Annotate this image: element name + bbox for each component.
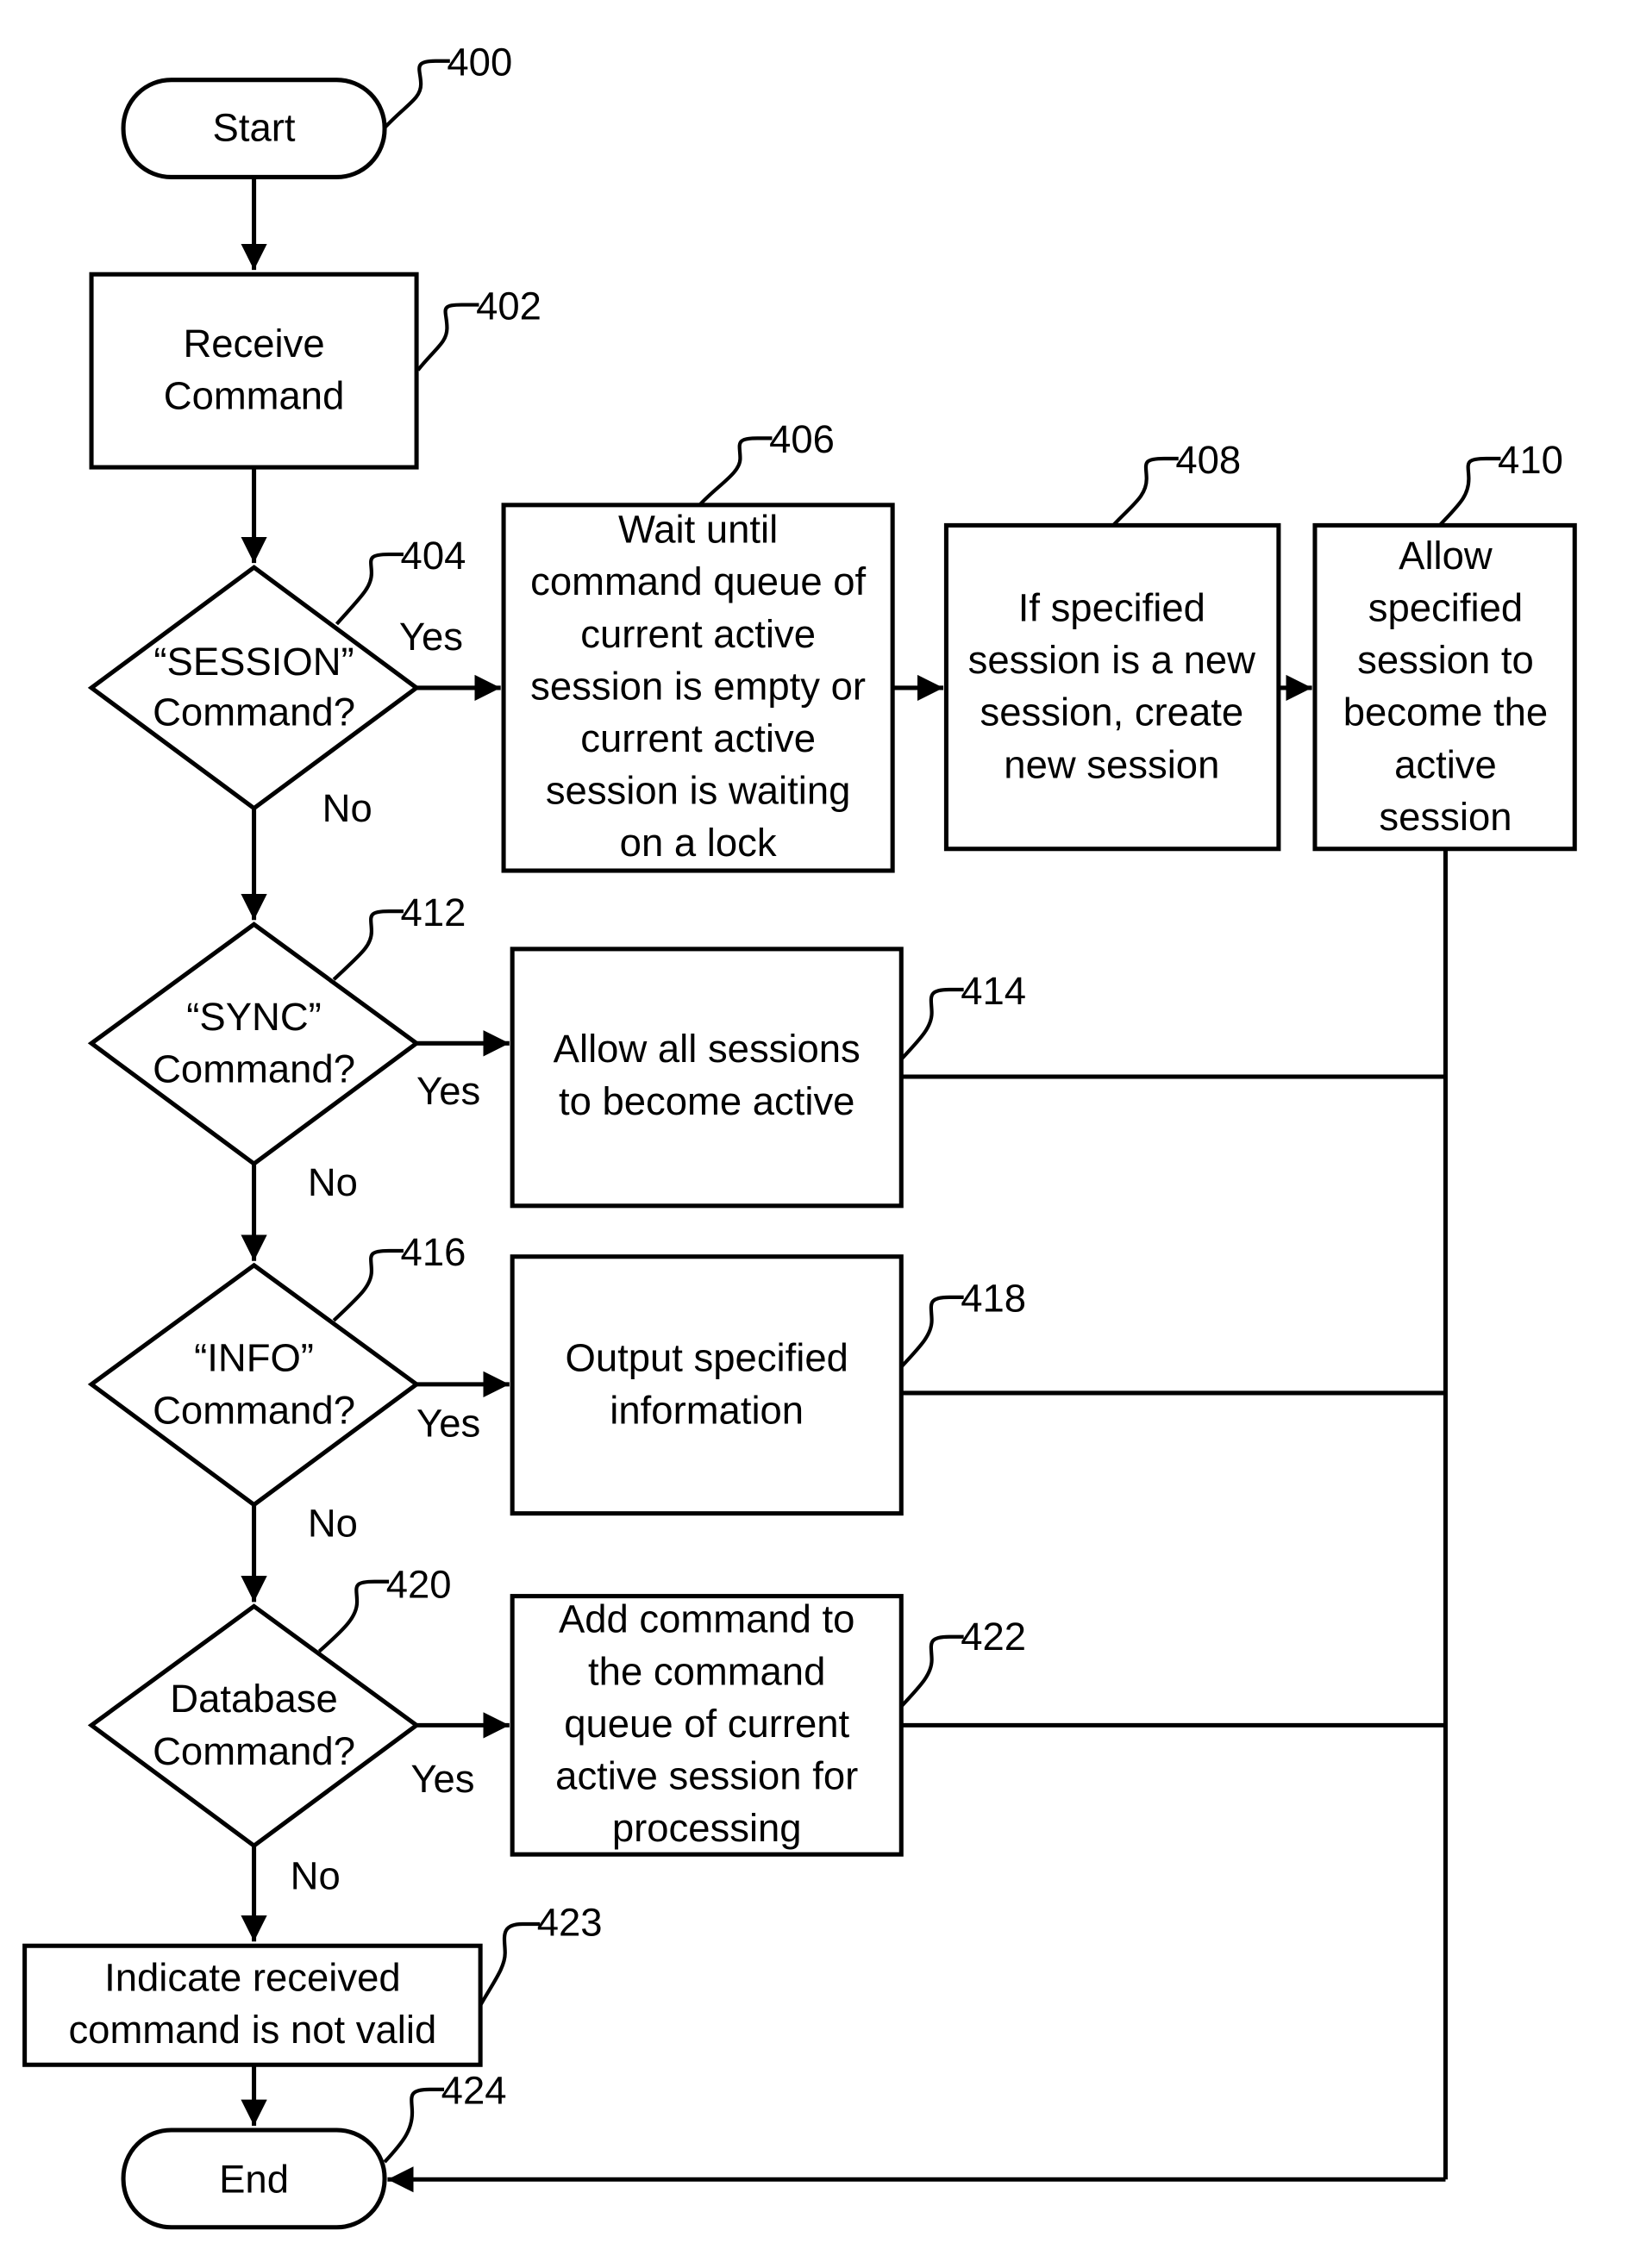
- wait-label-1: Wait until: [618, 508, 778, 552]
- receive-command-box: [89, 272, 419, 470]
- add-command-label-3: queue of current: [564, 1702, 849, 1746]
- receive-label-1: Receive: [183, 322, 324, 366]
- ref-422: 422: [961, 1615, 1026, 1659]
- no-label-404: No: [322, 786, 372, 830]
- start-label: Start: [213, 105, 296, 149]
- ref-416: 416: [401, 1230, 466, 1274]
- wait-label-6: session is waiting: [546, 769, 851, 813]
- allow-label-5: active: [1394, 742, 1497, 786]
- wait-label-7: on a lock: [620, 821, 777, 865]
- no-label-416: No: [308, 1502, 358, 1546]
- add-command-label-4: active session for: [555, 1753, 858, 1797]
- allow-label-6: session: [1379, 795, 1512, 839]
- allow-label-1: Allow: [1399, 534, 1493, 578]
- add-command-label-2: the command: [588, 1649, 825, 1693]
- session-decision-label-2: Command?: [153, 690, 355, 734]
- wait-label-2: command queue of: [530, 559, 866, 603]
- ref-424: 424: [441, 2069, 507, 2113]
- no-label-420: No: [291, 1854, 341, 1898]
- invalid-label-2: command is not valid: [68, 2008, 436, 2052]
- ref-414: 414: [961, 969, 1026, 1013]
- session-decision: [87, 565, 421, 811]
- database-decision: [87, 1603, 421, 1849]
- wait-label-5: current active: [580, 716, 816, 760]
- sync-decision: [87, 922, 421, 1167]
- output-label-2: information: [610, 1388, 804, 1432]
- output-label-1: Output specified: [566, 1336, 848, 1380]
- create-label-3: session, create: [980, 690, 1244, 734]
- database-decision-label-2: Command?: [153, 1729, 355, 1773]
- create-label-1: If specified: [1018, 585, 1205, 629]
- ref-406: 406: [769, 417, 835, 461]
- create-session-box: [943, 522, 1281, 852]
- end-label: End: [219, 2157, 289, 2201]
- allow-label-3: session to: [1357, 638, 1534, 682]
- info-decision: [87, 1262, 421, 1508]
- allow-all-label-1: Allow all sessions: [554, 1027, 861, 1071]
- flowchart: Start 400 Receive Command 402 “SESSION” …: [22, 41, 1577, 2230]
- yes-label-404: Yes: [399, 615, 463, 659]
- no-label-412: No: [308, 1160, 358, 1204]
- ref-418: 418: [961, 1277, 1026, 1321]
- ref-420: 420: [386, 1562, 452, 1606]
- ref-402: 402: [476, 284, 541, 328]
- ref-408: 408: [1175, 438, 1241, 482]
- sync-decision-label-2: Command?: [153, 1047, 355, 1091]
- create-label-4: new session: [1004, 742, 1219, 786]
- ref-400: 400: [447, 41, 512, 84]
- info-decision-label-2: Command?: [153, 1388, 355, 1432]
- database-decision-label-1: Database: [170, 1677, 338, 1721]
- yes-label-416: Yes: [416, 1401, 480, 1445]
- allow-label-2: specified: [1368, 585, 1523, 629]
- receive-label-2: Command: [164, 374, 345, 418]
- allow-all-box: [510, 947, 904, 1209]
- add-command-label-5: processing: [612, 1806, 802, 1850]
- add-command-label-1: Add command to: [559, 1597, 854, 1641]
- ref-404: 404: [401, 534, 466, 578]
- yes-label-412: Yes: [416, 1069, 480, 1113]
- yes-label-420: Yes: [410, 1757, 474, 1801]
- ref-410: 410: [1498, 438, 1563, 482]
- output-info-box: [510, 1254, 904, 1516]
- ref-423: 423: [537, 1900, 603, 1944]
- wait-label-3: current active: [580, 612, 816, 656]
- create-label-2: session is a new: [968, 638, 1256, 682]
- allow-all-label-2: to become active: [559, 1079, 854, 1123]
- wait-label-4: session is empty or: [530, 664, 866, 708]
- ref-412: 412: [401, 890, 466, 934]
- invalid-label-1: Indicate received: [104, 1955, 401, 1999]
- info-decision-label-1: “INFO”: [194, 1336, 314, 1380]
- allow-label-4: become the: [1343, 690, 1548, 734]
- sync-decision-label-1: “SYNC”: [186, 995, 322, 1039]
- session-decision-label-1: “SESSION”: [153, 640, 354, 684]
